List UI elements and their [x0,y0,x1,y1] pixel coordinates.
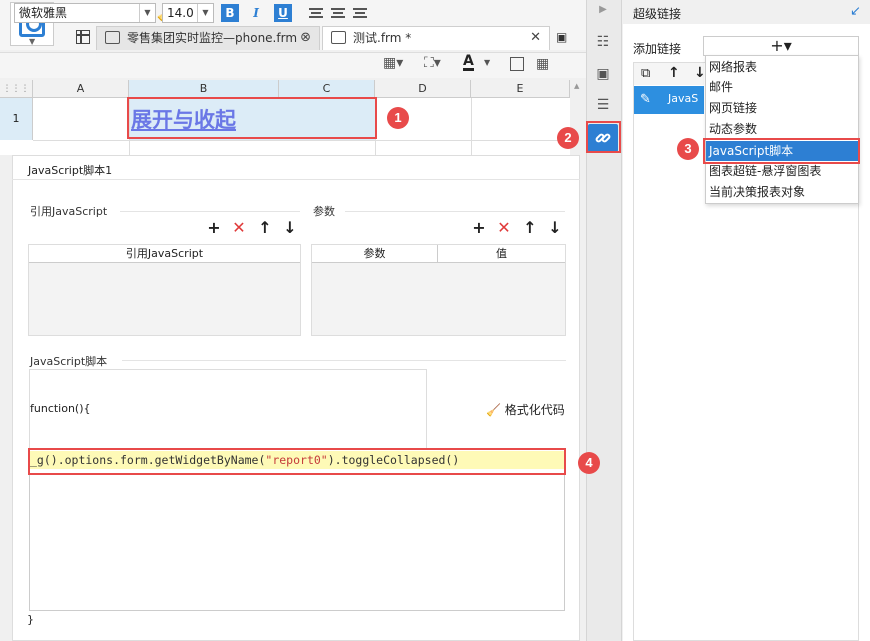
link-list-toolbar: ⧉ ↑ ↓ [634,63,706,85]
row-header-1[interactable]: 1 [0,98,33,140]
column-header-d[interactable]: D [375,80,471,98]
condition-attribute-icon[interactable]: ☰ [593,97,613,115]
column-header-e[interactable]: E [471,80,570,98]
grid-icon[interactable] [76,30,90,44]
pencil-icon[interactable]: ✎ [640,92,658,108]
param-value-column-header: 值 [438,245,565,263]
tab-label: 测试.frm * [353,31,412,45]
callout-box-2 [586,121,621,153]
cell-attribute-icon[interactable]: ▣ [593,66,613,84]
panel-title: 超级链接 [633,7,682,21]
format-code-label: 格式化代码 [504,403,565,417]
callout-box-4 [28,448,566,475]
move-up-icon[interactable]: ↑ [668,65,680,81]
copy-icon[interactable]: ⧉ [641,66,650,81]
menu-item-email[interactable]: 邮件 [709,77,733,97]
bold-button[interactable]: B [221,4,239,22]
format-brush-icon: 🧹 [486,403,501,417]
callout-box-1 [127,97,377,139]
divider [12,179,580,180]
step-badge-4: 4 [578,452,600,474]
param-section-label: 参数 [313,205,335,218]
menu-item-web-link[interactable]: 网页链接 [709,98,757,118]
js-script-section-label: JavaScript脚本 [30,355,108,368]
align-left-icon[interactable] [309,8,323,18]
align-center-icon[interactable] [331,8,345,18]
column-header-b[interactable]: B [129,80,279,98]
param-table[interactable]: 参数 值 [311,244,566,336]
add-link-button[interactable]: +▾ [703,36,859,56]
column-header-a[interactable]: A [33,80,129,98]
align-right-icon[interactable] [353,8,367,18]
form-file-icon [105,31,120,44]
collapse-arrow-icon[interactable]: ▶ [593,4,613,22]
dialog-title: JavaScript脚本1 [28,164,113,177]
font-family-select[interactable]: 微软雅黑 ▼ [14,3,156,23]
italic-button[interactable]: I [247,4,265,22]
add-ref-icon[interactable]: + [207,220,221,236]
close-icon[interactable]: ✕ [530,27,541,49]
grid-line [33,140,570,141]
step-badge-3: 3 [677,138,699,160]
add-param-icon[interactable]: + [472,220,486,236]
font-family-value: 微软雅黑 [19,6,68,20]
select-all-corner[interactable]: ⋮⋮⋮ [0,80,33,98]
delete-ref-icon[interactable]: ✕ [232,220,246,236]
chevron-down-icon: ▼ [29,37,36,46]
menu-item-current-report[interactable]: 当前决策报表对象 [709,182,805,202]
chevron-down-icon: ▼ [139,4,155,22]
link-list-item[interactable]: ✎ JavaS [634,86,704,114]
form-file-icon [331,31,346,44]
code-editor[interactable] [29,451,565,611]
divider [120,211,300,212]
move-up-ref-icon[interactable]: ↑ [258,220,272,236]
delete-param-icon[interactable]: ✕ [497,220,511,236]
move-down-icon[interactable]: ↓ [694,65,706,81]
column-header-c[interactable]: C [279,80,375,98]
ref-js-table[interactable]: 引用JavaScript [28,244,301,336]
chevron-down-icon: ▼ [197,4,213,22]
callout-box-3 [703,138,860,164]
font-size-select[interactable]: 14.0 ▼ [162,3,214,23]
tab-menu-icon[interactable]: ▣ [556,30,567,44]
border-icon[interactable]: ▦▾ [383,55,403,71]
param-name-column-header: 参数 [312,245,438,263]
divider [345,211,565,212]
divider [122,360,566,361]
move-down-param-icon[interactable]: ↓ [548,220,562,236]
menu-item-chart-popup[interactable]: 图表超链-悬浮窗图表 [709,161,821,181]
link-item-label: JavaS [668,92,699,105]
tab-retail-monitor[interactable]: 零售集团实时监控—phone.frm ⊗ [96,26,320,50]
widget-settings-icon[interactable]: ☷ [593,34,613,52]
menu-item-web-report[interactable]: 网络报表 [709,57,757,77]
menu-item-dynamic-param[interactable]: 动态参数 [709,119,757,139]
function-close-text: } [27,613,34,626]
underline-button[interactable]: U [274,4,292,22]
format-code-button[interactable]: 🧹 格式化代码 [486,401,565,418]
tab-label: 零售集团实时监控—phone.frm [127,31,298,45]
table-icon[interactable]: ▦ [536,56,549,72]
fill-color-icon[interactable]: ⛶▾ [424,55,441,71]
ref-js-section-label: 引用JavaScript [30,205,108,218]
step-badge-1: 1 [387,107,409,129]
tab-test-frm[interactable]: 测试.frm * ✕ [322,26,550,50]
merge-cell-icon[interactable] [510,57,524,71]
grid-line [471,98,472,155]
format-bar [0,52,586,78]
ref-js-column-header: 引用JavaScript [29,245,300,263]
function-open-text: function(){ [30,402,91,415]
chevron-down-icon[interactable]: ▼ [484,58,490,67]
move-down-ref-icon[interactable]: ↓ [283,220,297,236]
move-up-param-icon[interactable]: ↑ [523,220,537,236]
add-link-label: 添加链接 [633,42,682,56]
step-badge-2: 2 [557,127,579,149]
pin-icon[interactable]: ↙ [850,4,861,19]
close-icon[interactable]: ⊗ [300,27,311,49]
font-color-icon[interactable]: A [463,54,474,71]
font-size-value: 14.0 [167,6,194,20]
